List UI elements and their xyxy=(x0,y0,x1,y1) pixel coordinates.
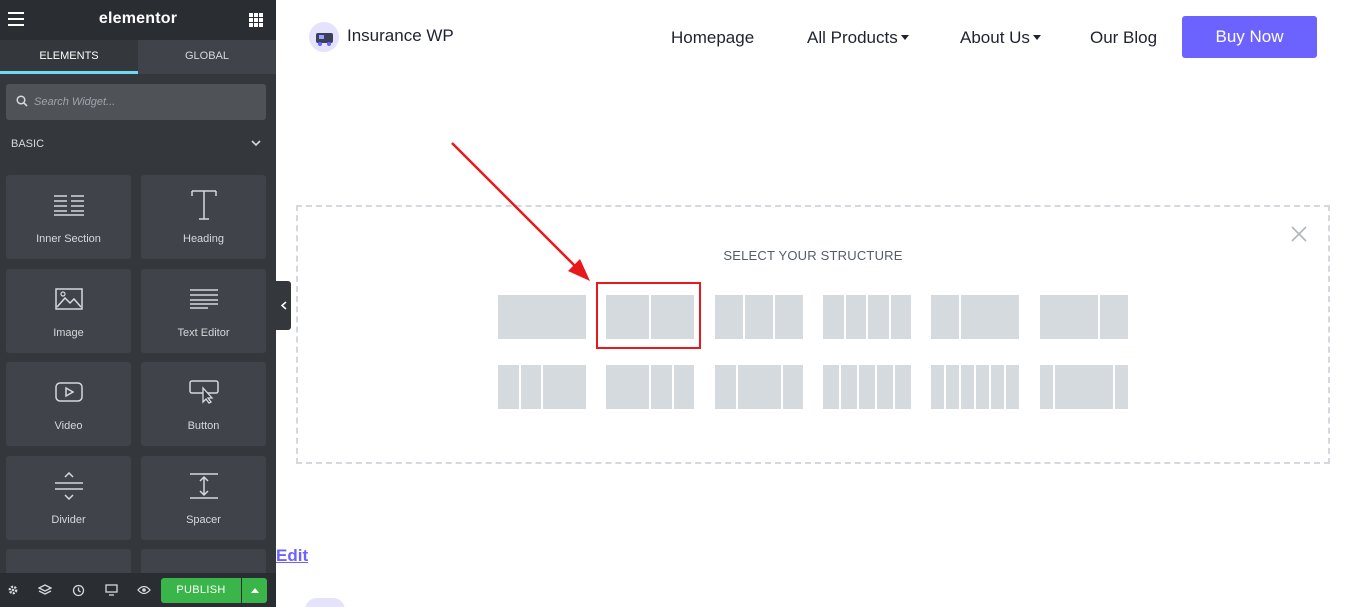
inner-section-icon xyxy=(53,195,84,216)
selected-preset-highlight xyxy=(596,282,701,349)
chevron-down-icon xyxy=(251,140,261,147)
footer-logo-peek xyxy=(305,598,345,607)
site-logo[interactable] xyxy=(309,22,339,52)
responsive-mode-icon[interactable] xyxy=(103,582,119,598)
structure-preset-5-columns[interactable] xyxy=(823,365,911,409)
panel-collapse-handle[interactable] xyxy=(276,281,291,330)
elementor-panel: elementor ELEMENTS GLOBAL BASIC xyxy=(0,0,276,607)
widget-label: Divider xyxy=(51,514,86,526)
settings-gear-icon[interactable] xyxy=(5,582,21,598)
tab-global[interactable]: GLOBAL xyxy=(138,40,276,74)
nav-homepage[interactable]: Homepage xyxy=(671,28,754,48)
edit-link[interactable]: Edit xyxy=(276,546,308,566)
widget-spacer[interactable]: Spacer xyxy=(141,456,266,540)
structure-preset-25-25-50[interactable] xyxy=(498,365,586,409)
heading-icon xyxy=(190,190,217,220)
elementor-logo: elementor xyxy=(98,10,178,27)
nav-label: About Us xyxy=(960,28,1030,47)
history-icon[interactable] xyxy=(70,582,86,598)
widget-label: Button xyxy=(187,420,220,432)
category-basic-toggle[interactable]: BASIC xyxy=(11,138,261,154)
text-editor-icon xyxy=(189,289,218,309)
widget-video[interactable]: Video xyxy=(6,362,131,446)
widget-button[interactable]: Button xyxy=(141,362,266,446)
divider-icon xyxy=(54,472,83,500)
van-icon xyxy=(316,33,333,46)
video-icon xyxy=(54,382,83,402)
widget-image[interactable]: Image xyxy=(6,269,131,353)
nav-label: Our Blog xyxy=(1090,28,1158,47)
navigator-layers-icon[interactable] xyxy=(37,582,53,598)
site-name[interactable]: Insurance WP xyxy=(347,26,454,46)
nav-label: Homepage xyxy=(671,28,755,47)
widget-divider[interactable]: Divider xyxy=(6,456,131,540)
structure-preset-50-25-25[interactable] xyxy=(606,365,694,409)
tab-elements[interactable]: ELEMENTS xyxy=(0,40,138,74)
caret-up-icon xyxy=(250,588,259,593)
widget-label: Text Editor xyxy=(177,327,230,339)
widget-label: Heading xyxy=(183,233,224,245)
widget-label: Image xyxy=(53,327,84,339)
widget-heading[interactable]: Heading xyxy=(141,175,266,259)
widget-label: Spacer xyxy=(186,514,221,526)
panel-footer: PUBLISH xyxy=(0,573,276,607)
caret-down-icon xyxy=(1032,35,1041,40)
publish-button[interactable]: PUBLISH xyxy=(161,578,241,603)
preview-eye-icon[interactable] xyxy=(136,582,152,598)
widgets-grid-icon[interactable] xyxy=(249,13,263,27)
structure-preset-16-66-16[interactable] xyxy=(1040,365,1128,409)
publish-options-button[interactable] xyxy=(242,578,267,603)
nav-label: All Products xyxy=(807,28,898,47)
widget-text-editor[interactable]: Text Editor xyxy=(141,269,266,353)
structure-preset-33-66[interactable] xyxy=(931,295,1019,339)
app-root: elementor ELEMENTS GLOBAL BASIC xyxy=(0,0,1349,607)
widget-label: Inner Section xyxy=(36,233,101,245)
annotation-arrow xyxy=(451,142,590,281)
structure-preset-4-columns[interactable] xyxy=(823,295,911,339)
image-icon xyxy=(54,288,83,310)
button-icon xyxy=(188,380,219,404)
chevron-left-icon xyxy=(280,301,286,310)
search-widget-input[interactable] xyxy=(34,84,259,120)
category-label: BASIC xyxy=(11,138,45,150)
structure-preset-66-33[interactable] xyxy=(1040,295,1128,339)
close-icon[interactable] xyxy=(1290,225,1308,243)
widget-inner-section[interactable]: Inner Section xyxy=(6,175,131,259)
buy-now-button[interactable]: Buy Now xyxy=(1182,16,1317,58)
nav-all-products[interactable]: All Products xyxy=(807,28,909,48)
caret-down-icon xyxy=(900,35,909,40)
nav-about-us[interactable]: About Us xyxy=(960,28,1041,48)
panel-tabs: ELEMENTS GLOBAL xyxy=(0,40,276,74)
structure-preset-3-columns[interactable] xyxy=(715,295,803,339)
structure-preset-6-columns[interactable] xyxy=(931,365,1019,409)
search-box xyxy=(6,84,266,120)
structure-preset-25-50-25[interactable] xyxy=(715,365,803,409)
widget-label: Video xyxy=(54,420,83,432)
structure-preset-1-column[interactable] xyxy=(498,295,586,339)
panel-header: elementor xyxy=(0,0,276,40)
nav-our-blog[interactable]: Our Blog xyxy=(1090,28,1157,48)
search-icon xyxy=(16,95,28,107)
spacer-icon xyxy=(189,473,218,499)
